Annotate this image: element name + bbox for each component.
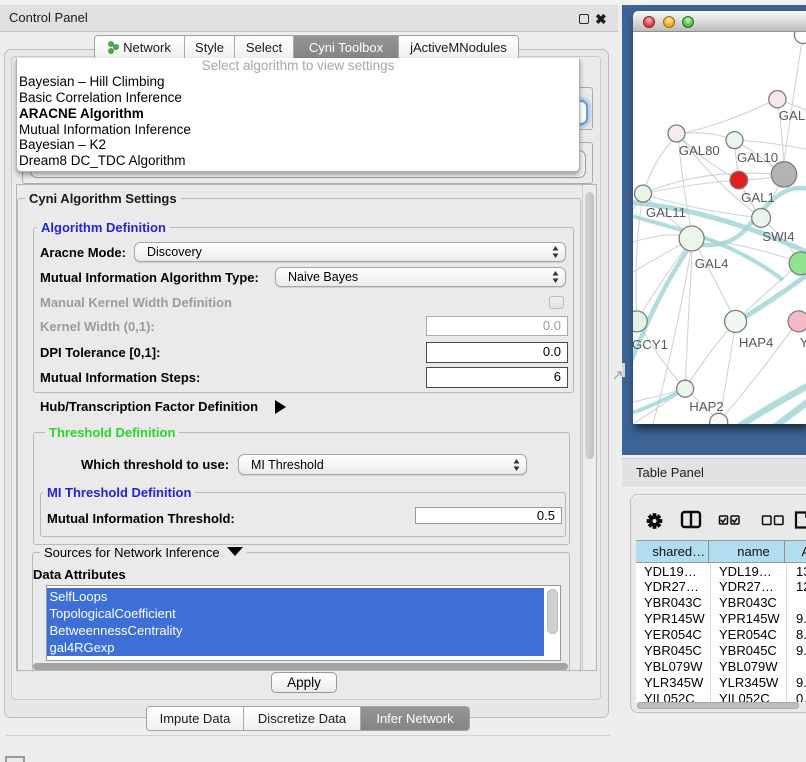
svg-text:GAL10: GAL10: [737, 150, 778, 165]
svg-text:GAL4: GAL4: [695, 256, 729, 271]
svg-text:HAP2: HAP2: [689, 399, 723, 414]
svg-text:SWI4: SWI4: [762, 229, 794, 244]
svg-text:Y: Y: [800, 335, 806, 350]
svg-text:HAP4: HAP4: [739, 335, 773, 350]
svg-text:GAL11: GAL11: [646, 205, 686, 220]
svg-text:GCY1: GCY1: [633, 337, 668, 352]
svg-text:GAL7: GAL7: [779, 108, 806, 123]
svg-text:GAL80: GAL80: [679, 143, 720, 158]
svg-text:GAL1: GAL1: [741, 190, 775, 205]
